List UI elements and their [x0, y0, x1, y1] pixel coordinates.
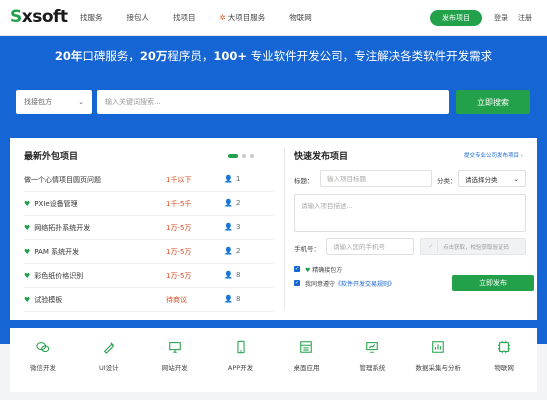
agree-terms-checkbox[interactable]: ✓: [294, 280, 300, 286]
main-panel: 最新外包项目 做一个心情项目圆页问题 1千以下 👤 1 ♥ PXIe设备管理 1千…: [10, 138, 537, 320]
terms-link[interactable]: 《软件开发交易规则》: [335, 281, 395, 288]
carousel-dot[interactable]: [228, 154, 238, 158]
project-budget: 1万-5万: [166, 224, 192, 232]
phone-input[interactable]: [326, 238, 414, 255]
star-icon: ✲: [219, 13, 226, 22]
login-link[interactable]: 登录: [494, 13, 508, 23]
project-row[interactable]: 做一个心情项目圆页问题 1千以下 👤 1: [24, 168, 274, 192]
desktop-app-icon: [300, 341, 313, 353]
project-list: 做一个心情项目圆页问题 1千以下 👤 1 ♥ PXIe设备管理 1千-5千 👤 2…: [24, 168, 274, 312]
title-label: 标题：: [294, 177, 314, 185]
person-icon: 👤: [224, 175, 233, 183]
search-button[interactable]: 立即搜索: [456, 90, 530, 114]
data-chart-icon: [432, 341, 444, 353]
iot-icon: [497, 340, 511, 354]
bid-count: 2: [236, 199, 241, 207]
category-data[interactable]: 数据采集与分析: [405, 328, 471, 392]
category-select[interactable]: 请选择分类 ⌄: [458, 170, 526, 187]
carousel-dot[interactable]: [250, 154, 254, 158]
search-type-select[interactable]: 找接包方 ⌄: [16, 90, 92, 114]
company-publish-link[interactable]: 提交专业公司发布项目 ›: [464, 151, 523, 159]
precise-match-checkbox[interactable]: ✓: [294, 266, 300, 272]
project-description-input[interactable]: [294, 194, 526, 232]
category-management[interactable]: 管理系统: [339, 328, 405, 392]
project-row[interactable]: ♥ 网络拓扑系统开发 1万-5万 👤 3: [24, 216, 274, 240]
project-row[interactable]: ♥ 试验模板 待商议 👤 8: [24, 288, 274, 312]
phone-icon: [236, 340, 245, 354]
bid-count: 8: [236, 271, 241, 279]
project-budget: 1万-5万: [166, 272, 192, 280]
wechat-icon: [36, 342, 50, 353]
hero-tagline: 20年口碑服务，20万程序员，100+ 专业软件开发公司，专注解决各类软件开发需…: [54, 49, 493, 63]
top-header: Sxsoft 找服务 接包人 找项目 ✲ 大项目服务 物联网 发布项目 登录 注册: [0, 0, 547, 36]
chevron-down-icon: ⌄: [513, 174, 519, 183]
chevron-down-icon: ⌄: [78, 98, 84, 106]
category-wechat[interactable]: 微信开发: [10, 328, 76, 392]
project-title: PAM 系统开发: [34, 248, 80, 256]
publish-project-button[interactable]: 发布项目: [430, 10, 482, 26]
logo[interactable]: Sxsoft: [10, 7, 68, 27]
project-budget: 1千-5千: [166, 200, 192, 208]
carousel-dots[interactable]: [228, 154, 254, 158]
project-title[interactable]: 做一个心情项目圆页问题: [24, 175, 101, 185]
category-label: 分类：: [437, 177, 457, 185]
project-budget: 待商议: [166, 296, 187, 304]
nav-find-project[interactable]: 找项目: [173, 12, 196, 23]
project-title: 彩色纸价格识别: [34, 272, 84, 280]
agree-terms-label: 我同意遵守《软件开发交易规则》: [305, 281, 396, 288]
project-title: 网络拓扑系统开发: [34, 224, 91, 232]
main-nav: 找服务 接包人 找项目 ✲ 大项目服务 物联网: [80, 12, 336, 23]
category-app[interactable]: APP开发: [208, 328, 274, 392]
search-input[interactable]: [97, 90, 449, 114]
pen-icon: [103, 342, 114, 354]
dashboard-icon: [366, 342, 379, 353]
register-link[interactable]: 注册: [518, 13, 532, 23]
category-ui-design[interactable]: UI设计: [76, 328, 142, 392]
bid-count: 8: [236, 295, 241, 303]
verification-code-button[interactable]: ✓ 点击获取，校验获取验证码: [420, 238, 526, 255]
precise-match-label: ♥ 精确接包方: [305, 267, 343, 274]
bid-count: 2: [236, 247, 241, 255]
panel-divider: [284, 148, 285, 310]
nav-iot[interactable]: 物联网: [289, 12, 312, 23]
submit-publish-button[interactable]: 立即发布: [452, 275, 534, 291]
quick-publish-title: 快速发布项目: [294, 152, 349, 162]
category-bar: 微信开发 UI设计 网站开发 APP开发 桌面应用 管理系统 数据采集与分析 物…: [10, 328, 537, 392]
project-row[interactable]: ♥ PAM 系统开发 1万-5万 👤 2: [24, 240, 274, 264]
project-title-input[interactable]: [320, 170, 432, 187]
latest-projects-title: 最新外包项目: [24, 152, 79, 162]
project-budget: 1万-5万: [166, 248, 192, 256]
category-website[interactable]: 网站开发: [142, 328, 208, 392]
carousel-dot[interactable]: [242, 154, 246, 158]
verified-icon: ♥: [24, 224, 31, 232]
nav-contractors[interactable]: 接包人: [127, 12, 150, 23]
person-icon: 👤: [224, 247, 233, 255]
nav-big-project[interactable]: ✲ 大项目服务: [220, 12, 266, 23]
category-desktop[interactable]: 桌面应用: [274, 328, 340, 392]
person-icon: 👤: [224, 295, 233, 303]
verified-icon: ♥: [24, 296, 31, 304]
project-row[interactable]: ♥ 彩色纸价格识别 1万-5万 👤 8: [24, 264, 274, 288]
person-icon: 👤: [224, 199, 233, 207]
verified-icon: ♥: [24, 200, 31, 208]
shield-icon: ✓: [425, 240, 438, 253]
nav-find-service[interactable]: 找服务: [80, 12, 103, 23]
project-budget: 1千以下: [166, 176, 192, 184]
project-title: 试验模板: [34, 296, 63, 304]
verified-icon: ♥: [24, 272, 31, 280]
verified-icon: ♥: [24, 248, 31, 256]
phone-label: 手机号：: [294, 245, 320, 253]
project-title: PXIe设备管理: [34, 200, 78, 208]
category-iot[interactable]: 物联网: [471, 328, 537, 392]
monitor-icon: [168, 342, 181, 353]
bid-count: 1: [236, 175, 241, 183]
person-icon: 👤: [224, 223, 233, 231]
bid-count: 3: [236, 223, 241, 231]
project-row[interactable]: ♥ PXIe设备管理 1千-5千 👤 2: [24, 192, 274, 216]
person-icon: 👤: [224, 271, 233, 279]
